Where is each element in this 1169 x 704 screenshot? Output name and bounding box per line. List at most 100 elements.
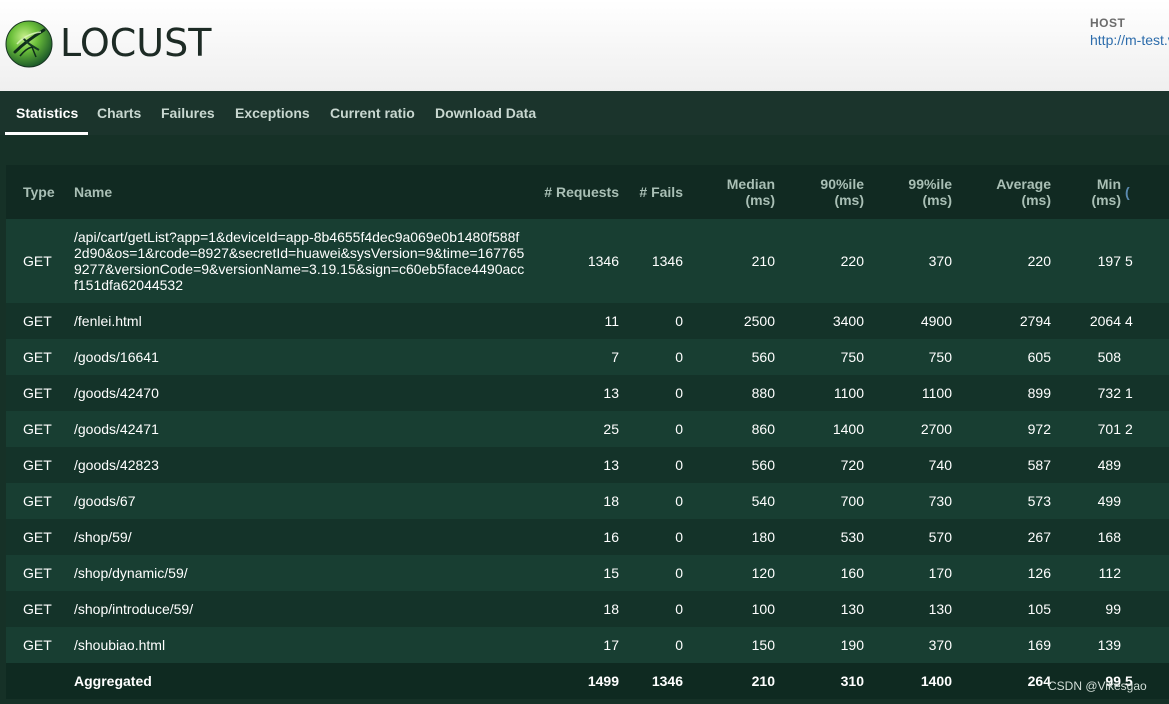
cell-p99: 4900 xyxy=(864,303,952,339)
cell-average: 573 xyxy=(952,483,1051,519)
cell-min: 701 xyxy=(1051,411,1121,447)
cell-requests: 13 xyxy=(534,447,619,483)
header-p99-line1: 99%ile xyxy=(908,176,952,192)
host-url-link[interactable]: http://m-test.v xyxy=(1090,32,1169,48)
cell-name: /goods/16641 xyxy=(64,339,534,375)
aggregated-type xyxy=(6,663,64,699)
cell-average: 899 xyxy=(952,375,1051,411)
header-average[interactable]: Average (ms) xyxy=(952,165,1051,219)
host-label: HOST xyxy=(1090,16,1126,30)
cell-median: 540 xyxy=(683,483,775,519)
cell-type: GET xyxy=(6,483,64,519)
cell-average: 605 xyxy=(952,339,1051,375)
tab-statistics[interactable]: Statistics xyxy=(4,91,89,135)
cell-median: 150 xyxy=(683,627,775,663)
cell-extra-partial xyxy=(1121,555,1169,591)
aggregated-row: Aggregated 1499 1346 210 310 1400 264 99… xyxy=(6,663,1169,699)
aggregated-name: Aggregated xyxy=(64,663,534,699)
cell-requests: 18 xyxy=(534,483,619,519)
cell-name: /shop/dynamic/59/ xyxy=(64,555,534,591)
request-name: /goods/67 xyxy=(74,493,136,509)
request-name: /goods/16641 xyxy=(74,349,159,365)
header-type[interactable]: Type xyxy=(6,165,64,219)
cell-p90: 160 xyxy=(775,555,864,591)
cell-type: GET xyxy=(6,339,64,375)
cell-median: 120 xyxy=(683,555,775,591)
table-row: GET /shop/59/ 16 0 180 530 570 267 168 xyxy=(6,519,1169,555)
header-median-line1: Median xyxy=(726,176,775,192)
cell-extra-partial xyxy=(1121,519,1169,555)
tab-failures[interactable]: Failures xyxy=(161,91,215,135)
cell-extra-partial xyxy=(1121,483,1169,519)
table-header-row: Type Name # Requests # Fails Median (ms)… xyxy=(6,165,1169,219)
cell-median: 100 xyxy=(683,591,775,627)
cell-p90: 190 xyxy=(775,627,864,663)
cell-name: /shoubiao.html xyxy=(64,627,534,663)
table-row: GET /goods/42823 13 0 560 720 740 587 48… xyxy=(6,447,1169,483)
cell-extra-partial xyxy=(1121,447,1169,483)
header-p99[interactable]: 99%ile (ms) xyxy=(864,165,952,219)
request-name: /goods/42470 xyxy=(74,385,159,401)
aggregated-median: 210 xyxy=(683,663,775,699)
cell-name: /goods/42470 xyxy=(64,375,534,411)
stats-table: Type Name # Requests # Fails Median (ms)… xyxy=(6,165,1169,699)
table-row: GET /goods/42470 13 0 880 1100 1100 899 … xyxy=(6,375,1169,411)
cell-requests: 11 xyxy=(534,303,619,339)
table-row: GET /shoubiao.html 17 0 150 190 370 169 … xyxy=(6,627,1169,663)
aggregated-p90: 310 xyxy=(775,663,864,699)
cell-average: 972 xyxy=(952,411,1051,447)
cell-p99: 370 xyxy=(864,627,952,663)
cell-name: /shop/introduce/59/ xyxy=(64,591,534,627)
cell-requests: 18 xyxy=(534,591,619,627)
cell-average: 105 xyxy=(952,591,1051,627)
cell-p90: 1100 xyxy=(775,375,864,411)
cell-median: 2500 xyxy=(683,303,775,339)
cell-name: /api/cart/getList?app=1&deviceId=app-8b4… xyxy=(64,219,534,303)
cell-fails: 1346 xyxy=(619,219,683,303)
cell-min: 112 xyxy=(1051,555,1121,591)
header-p90[interactable]: 90%ile (ms) xyxy=(775,165,864,219)
request-name: /goods/42471 xyxy=(74,421,159,437)
cell-average: 267 xyxy=(952,519,1051,555)
cell-p99: 170 xyxy=(864,555,952,591)
cell-fails: 0 xyxy=(619,627,683,663)
cell-average: 587 xyxy=(952,447,1051,483)
tab-exceptions[interactable]: Exceptions xyxy=(235,91,310,135)
header-requests[interactable]: # Requests xyxy=(534,165,619,219)
table-row: GET /goods/16641 7 0 560 750 750 605 508 xyxy=(6,339,1169,375)
header-min[interactable]: Min (ms) xyxy=(1051,165,1121,219)
cell-requests: 25 xyxy=(534,411,619,447)
request-name: /shop/59/ xyxy=(74,529,132,545)
table-row: GET /shop/introduce/59/ 18 0 100 130 130… xyxy=(6,591,1169,627)
cell-p99: 570 xyxy=(864,519,952,555)
logo-text: LOCUST xyxy=(60,21,212,65)
cell-requests: 1346 xyxy=(534,219,619,303)
header-name[interactable]: Name xyxy=(64,165,534,219)
header-p90-line2: (ms) xyxy=(834,192,864,208)
cell-p90: 130 xyxy=(775,591,864,627)
table-row: GET /goods/67 18 0 540 700 730 573 499 xyxy=(6,483,1169,519)
cell-type: GET xyxy=(6,411,64,447)
cell-median: 880 xyxy=(683,375,775,411)
request-name: /api/cart/getList?app=1&deviceId=app-8b4… xyxy=(74,229,525,293)
cell-average: 169 xyxy=(952,627,1051,663)
header-extra-partial[interactable]: ( xyxy=(1121,165,1169,219)
cell-p90: 750 xyxy=(775,339,864,375)
cell-extra-partial: 4 xyxy=(1121,303,1169,339)
cell-p99: 1100 xyxy=(864,375,952,411)
cell-type: GET xyxy=(6,555,64,591)
tab-current-ratio[interactable]: Current ratio xyxy=(330,91,415,135)
header-median[interactable]: Median (ms) xyxy=(683,165,775,219)
request-name: /shop/dynamic/59/ xyxy=(74,565,188,581)
cell-extra-partial: 5 xyxy=(1121,219,1169,303)
cell-min: 2064 xyxy=(1051,303,1121,339)
cell-requests: 17 xyxy=(534,627,619,663)
table-row: GET /fenlei.html 11 0 2500 3400 4900 279… xyxy=(6,303,1169,339)
tab-download-data[interactable]: Download Data xyxy=(435,91,536,135)
cell-fails: 0 xyxy=(619,519,683,555)
stats-table-container: Type Name # Requests # Fails Median (ms)… xyxy=(6,165,1169,704)
header-p90-line1: 90%ile xyxy=(820,176,864,192)
cell-average: 126 xyxy=(952,555,1051,591)
header-fails[interactable]: # Fails xyxy=(619,165,683,219)
tab-charts[interactable]: Charts xyxy=(97,91,141,135)
